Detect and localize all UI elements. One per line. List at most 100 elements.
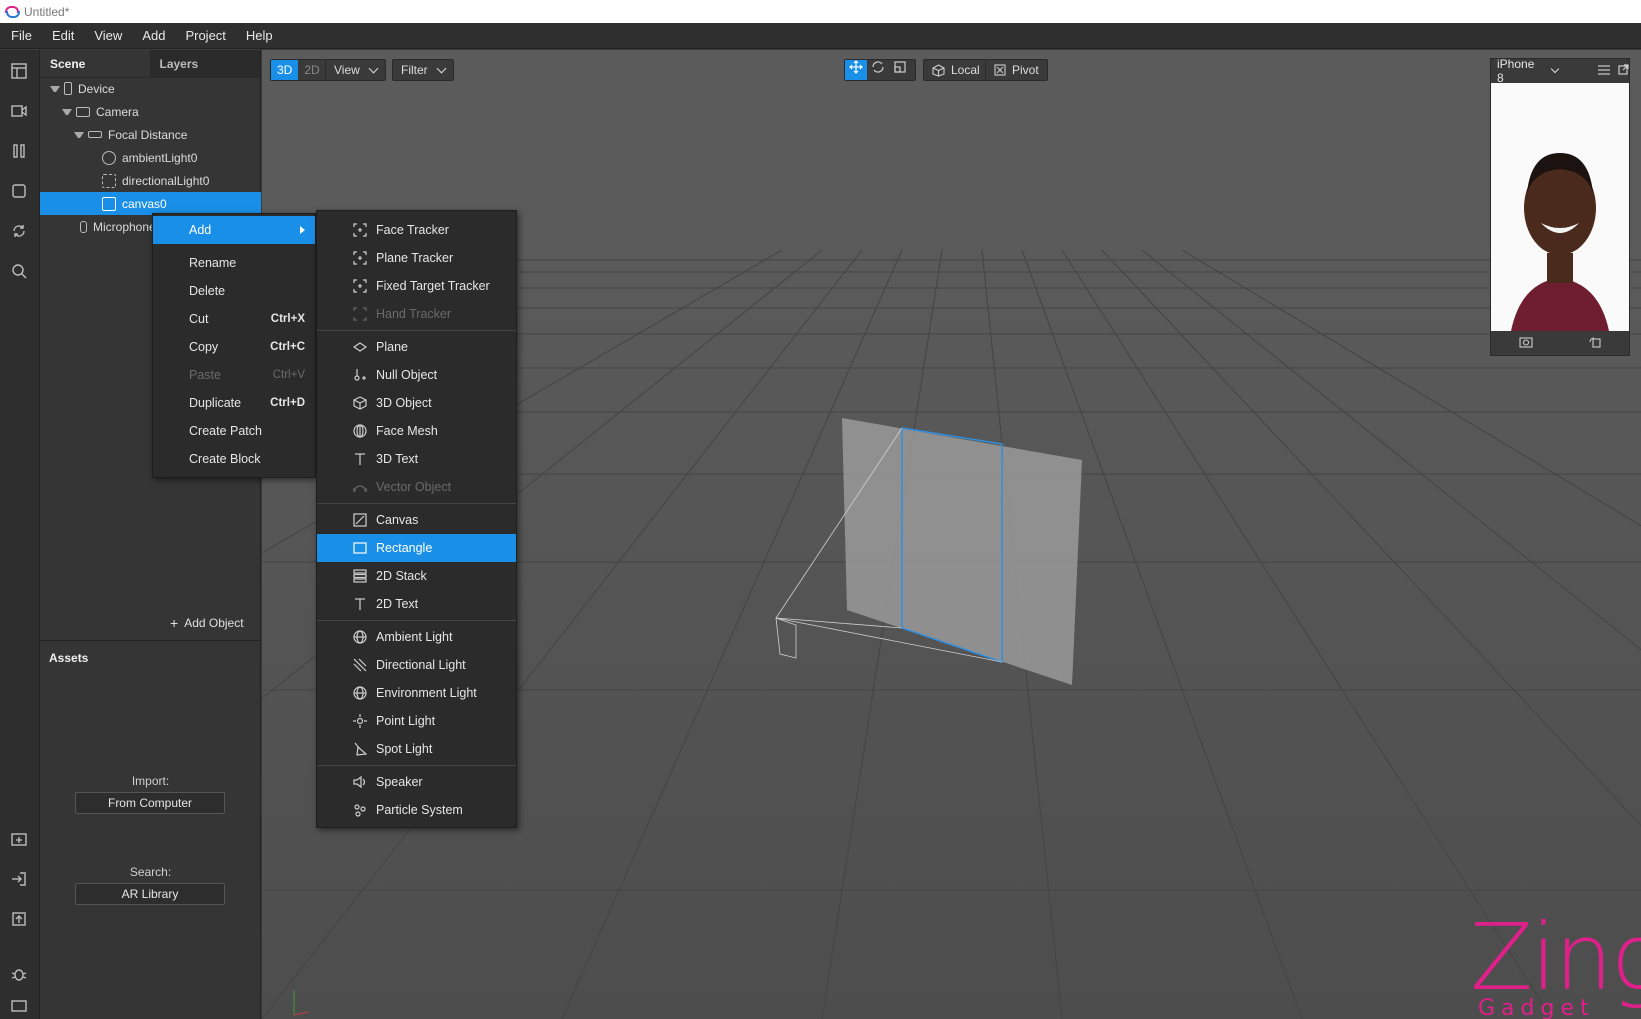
menu-item-label: Null Object bbox=[376, 368, 438, 382]
add-point-light[interactable]: Point Light bbox=[317, 707, 516, 735]
export-icon[interactable] bbox=[8, 908, 30, 930]
add-2d-text[interactable]: 2D Text bbox=[317, 590, 516, 618]
square-icon[interactable] bbox=[8, 180, 30, 202]
bug-icon[interactable] bbox=[8, 963, 30, 985]
add-plane-tracker[interactable]: Plane Tracker bbox=[317, 244, 516, 272]
menu-item-label: Speaker bbox=[376, 775, 423, 789]
add-environment-light[interactable]: Environment Light bbox=[317, 679, 516, 707]
add-face-mesh[interactable]: Face Mesh bbox=[317, 417, 516, 445]
cube-icon bbox=[353, 396, 367, 410]
rotate-device-icon[interactable] bbox=[1589, 336, 1601, 351]
menu-add[interactable]: Add bbox=[131, 23, 174, 49]
move-tool-icon[interactable] bbox=[845, 60, 867, 80]
terminal-icon[interactable] bbox=[8, 995, 30, 1017]
context-menu-item-cut[interactable]: Cut Ctrl+X bbox=[153, 305, 315, 333]
tree-item-label: ambientLight0 bbox=[122, 150, 198, 165]
mode-3d-button[interactable]: 3D bbox=[271, 60, 299, 80]
microphone-icon bbox=[80, 220, 87, 233]
add-3d-object[interactable]: 3D Object bbox=[317, 389, 516, 417]
menu-item-label: Copy bbox=[189, 340, 219, 354]
view-dropdown-label: View bbox=[334, 63, 360, 77]
screenshot-icon[interactable] bbox=[1519, 336, 1533, 351]
menu-view[interactable]: View bbox=[83, 23, 131, 49]
add-object-button[interactable]: + Add Object bbox=[170, 616, 244, 630]
add-plane[interactable]: Plane bbox=[317, 333, 516, 361]
menu-help[interactable]: Help bbox=[235, 23, 282, 49]
rotate-tool-icon[interactable] bbox=[867, 60, 889, 80]
menu-item-label: Fixed Target Tracker bbox=[376, 279, 490, 293]
from-computer-button[interactable]: From Computer bbox=[75, 792, 225, 814]
vector-icon bbox=[352, 480, 368, 494]
menu-item-label: 3D Text bbox=[376, 452, 419, 466]
context-menu-item-rename[interactable]: Rename bbox=[153, 249, 315, 277]
ar-library-button[interactable]: AR Library bbox=[75, 883, 225, 905]
import-icon[interactable] bbox=[8, 868, 30, 890]
tree-item-label: Camera bbox=[96, 104, 139, 119]
pivot-toggle[interactable]: Pivot bbox=[985, 59, 1048, 81]
tree-item-canvas0[interactable]: canvas0 bbox=[40, 192, 261, 215]
left-toolbar bbox=[0, 50, 40, 1019]
context-menu-item-add[interactable]: Add bbox=[153, 216, 315, 244]
refresh-icon[interactable] bbox=[8, 220, 30, 242]
menu-item-label: Plane Tracker bbox=[376, 251, 454, 265]
menu-separator bbox=[317, 330, 516, 331]
tab-layers[interactable]: Layers bbox=[149, 49, 260, 78]
add-particle-system[interactable]: Particle System bbox=[317, 796, 516, 824]
add-canvas[interactable]: Canvas bbox=[317, 506, 516, 534]
context-menu-item-copy[interactable]: Copy Ctrl+C bbox=[153, 333, 315, 361]
local-toggle[interactable]: Local bbox=[923, 59, 989, 81]
scale-tool-icon[interactable] bbox=[889, 60, 911, 80]
context-menu-item-create-block[interactable]: Create Block bbox=[153, 445, 315, 473]
expand-arrow-icon[interactable] bbox=[62, 107, 72, 117]
menu-item-label: Cut bbox=[189, 312, 209, 326]
popout-icon[interactable] bbox=[1618, 64, 1629, 78]
menu-item-label: Environment Light bbox=[376, 686, 477, 700]
context-menu-item-delete[interactable]: Delete bbox=[153, 277, 315, 305]
tab-scene[interactable]: Scene bbox=[40, 50, 150, 78]
menu-project[interactable]: Project bbox=[174, 23, 234, 49]
search-icon[interactable] bbox=[8, 260, 30, 282]
filter-dropdown[interactable]: Filter bbox=[392, 59, 454, 81]
null-object-icon bbox=[353, 368, 367, 382]
view-dropdown[interactable]: View bbox=[325, 59, 386, 81]
tree-item-ambientlight0[interactable]: ambientLight0 bbox=[40, 146, 261, 169]
layout-icon[interactable] bbox=[8, 60, 30, 82]
tree-item-directionallight0[interactable]: directionalLight0 bbox=[40, 169, 261, 192]
add-directional-light[interactable]: Directional Light bbox=[317, 651, 516, 679]
local-label: Local bbox=[951, 63, 980, 77]
add-folder-icon[interactable] bbox=[8, 828, 30, 850]
menu-item-label: 3D Object bbox=[376, 396, 432, 410]
add-null-object[interactable]: Null Object bbox=[317, 361, 516, 389]
menu-edit[interactable]: Edit bbox=[41, 23, 83, 49]
menu-item-label: Hand Tracker bbox=[376, 307, 452, 321]
add-rectangle[interactable]: Rectangle bbox=[317, 534, 516, 562]
expand-arrow-icon[interactable] bbox=[74, 130, 84, 140]
submenu-arrow-icon bbox=[300, 226, 305, 234]
add-3d-text[interactable]: 3D Text bbox=[317, 445, 516, 473]
device-selector[interactable]: iPhone 8 bbox=[1497, 57, 1544, 85]
mode-2d-button[interactable]: 2D bbox=[298, 60, 325, 80]
spark-logo-icon bbox=[4, 5, 20, 19]
tree-item-camera[interactable]: Camera bbox=[40, 100, 261, 123]
assets-title: Assets bbox=[49, 651, 89, 665]
pause-panels-icon[interactable] bbox=[8, 140, 30, 162]
expand-arrow-icon[interactable] bbox=[50, 84, 60, 94]
tree-item-focal-distance[interactable]: Focal Distance bbox=[40, 123, 261, 146]
add-speaker[interactable]: Speaker bbox=[317, 768, 516, 796]
menu-icon[interactable] bbox=[1598, 64, 1610, 78]
context-menu-item-create-patch[interactable]: Create Patch bbox=[153, 417, 315, 445]
add-2d-stack[interactable]: 2D Stack bbox=[317, 562, 516, 590]
menu-item-label: Face Mesh bbox=[376, 424, 438, 438]
add-ambient-light[interactable]: Ambient Light bbox=[317, 623, 516, 651]
context-menu-item-duplicate[interactable]: Duplicate Ctrl+D bbox=[153, 389, 315, 417]
add-fixed-target-tracker[interactable]: Fixed Target Tracker bbox=[317, 272, 516, 300]
menu-item-label: Directional Light bbox=[376, 658, 466, 672]
filter-dropdown-wrap: Filter bbox=[392, 58, 454, 82]
face-mesh-icon bbox=[353, 424, 367, 438]
menu-file[interactable]: File bbox=[0, 23, 41, 49]
video-camera-icon[interactable] bbox=[8, 100, 30, 122]
chevron-down-icon[interactable] bbox=[1550, 64, 1560, 74]
add-face-tracker[interactable]: Face Tracker bbox=[317, 216, 516, 244]
add-spot-light[interactable]: Spot Light bbox=[317, 735, 516, 763]
tree-item-device[interactable]: Device bbox=[40, 77, 261, 100]
